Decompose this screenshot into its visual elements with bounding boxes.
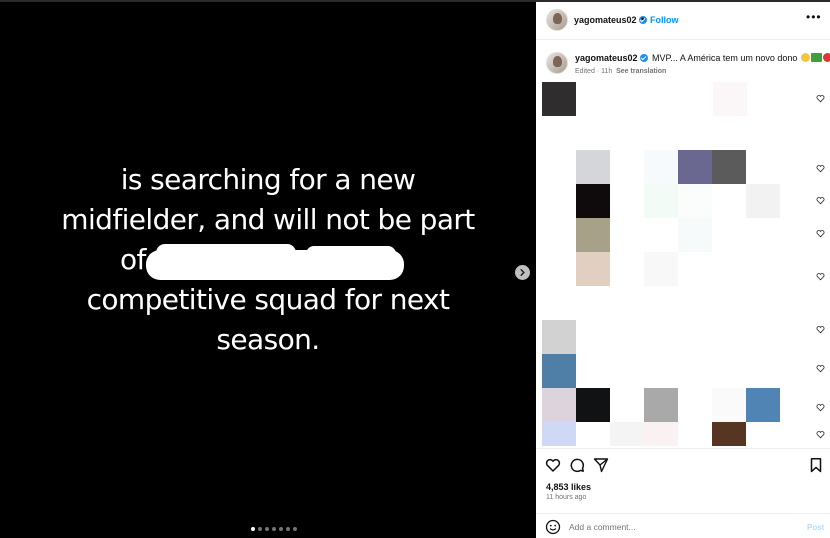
pixel-block	[542, 422, 576, 446]
pixel-block	[712, 388, 746, 422]
redaction-scribble	[146, 244, 404, 280]
like-comment-heart-icon[interactable]	[816, 164, 825, 173]
caption-meta: Edited · 11h See translation	[575, 68, 666, 75]
pixel-block	[542, 82, 576, 116]
pixel-block	[610, 422, 644, 446]
like-heart-icon[interactable]	[545, 457, 561, 473]
like-comment-heart-icon[interactable]	[816, 325, 825, 334]
edited-time: Edited · 11h	[575, 68, 613, 75]
see-translation-link[interactable]: See translation	[616, 68, 666, 75]
pixel-block	[678, 184, 712, 218]
pixel-block	[644, 422, 678, 446]
caption-line: competitive squad for next	[86, 283, 450, 316]
post-side-panel: yagomateus02 • Follow ••• yagomateus02 M…	[536, 2, 830, 538]
verified-badge-icon	[639, 54, 648, 62]
username-text[interactable]: yagomateus02	[574, 15, 637, 25]
post-time[interactable]: 11 hours ago	[546, 494, 586, 501]
header-separator: •	[641, 14, 645, 24]
pixel-block	[644, 252, 678, 286]
pixel-block	[712, 422, 746, 446]
chevron-right-icon	[520, 269, 525, 276]
pixel-block	[576, 218, 610, 252]
pixel-block	[542, 388, 576, 422]
pixel-block	[542, 354, 576, 388]
save-bookmark-icon[interactable]	[808, 457, 824, 473]
pixel-block	[678, 150, 712, 184]
more-options-icon[interactable]: •••	[806, 10, 822, 24]
share-send-icon[interactable]	[593, 457, 609, 473]
like-comment-heart-icon[interactable]	[816, 364, 825, 373]
flag-icon	[810, 53, 822, 62]
header-username[interactable]: yagomateus02	[574, 15, 647, 25]
caption-username[interactable]: yagomateus02	[575, 53, 648, 63]
like-comment-heart-icon[interactable]	[816, 229, 825, 238]
carousel-dots	[251, 527, 297, 531]
pixel-block	[644, 184, 678, 218]
pixel-block	[644, 150, 678, 184]
caption-line: season.	[216, 323, 320, 356]
post-media[interactable]: is searching for a new midfielder, and w…	[0, 2, 536, 538]
comment-bar: Post	[536, 513, 830, 538]
carousel-dot	[265, 527, 269, 531]
username-text[interactable]: yagomateus02	[575, 53, 638, 63]
pixel-block	[644, 388, 678, 422]
emoji-picker-icon[interactable]	[545, 519, 561, 535]
pixel-block	[576, 252, 610, 286]
pixel-block	[746, 184, 780, 218]
comment-icon[interactable]	[569, 457, 585, 473]
comment-input[interactable]	[569, 522, 799, 532]
carousel-dot	[272, 527, 276, 531]
caption-line: midfielder, and will not be part	[61, 203, 475, 236]
like-comment-heart-icon[interactable]	[816, 196, 825, 205]
next-slide-button[interactable]	[515, 265, 530, 280]
avatar[interactable]	[546, 9, 568, 31]
pixel-block	[576, 150, 610, 184]
pixel-block	[713, 82, 747, 116]
pixel-block	[576, 184, 610, 218]
carousel-dot	[293, 527, 297, 531]
carousel-dot	[258, 527, 262, 531]
caption-body: MVP... A América tem um novo dono	[652, 53, 798, 63]
pixel-block	[678, 218, 712, 252]
post-header: yagomateus02 • Follow •••	[536, 2, 830, 40]
pixel-block	[712, 150, 746, 184]
pixel-block	[576, 388, 610, 422]
likes-count[interactable]: 4,853 likes	[546, 482, 591, 492]
post-comment-button[interactable]: Post	[807, 523, 824, 532]
carousel-dot	[286, 527, 290, 531]
avatar[interactable]	[546, 52, 568, 74]
carousel-dot	[279, 527, 283, 531]
post-actions: 4,853 likes 11 hours ago Post	[536, 448, 830, 538]
like-comment-heart-icon[interactable]	[816, 430, 825, 439]
follow-button[interactable]: Follow	[650, 15, 679, 25]
devil-emoji-icon	[822, 53, 830, 62]
like-comment-heart-icon[interactable]	[816, 272, 825, 281]
like-comment-heart-icon[interactable]	[816, 403, 825, 412]
emoji-icon	[800, 53, 810, 62]
caption-text: MVP... A América tem um novo dono	[652, 53, 830, 63]
carousel-dot	[251, 527, 255, 531]
like-comment-heart-icon[interactable]	[816, 94, 825, 103]
pixel-block	[746, 388, 780, 422]
caption-line: is searching for a new	[120, 163, 416, 196]
pixel-block	[542, 320, 576, 354]
